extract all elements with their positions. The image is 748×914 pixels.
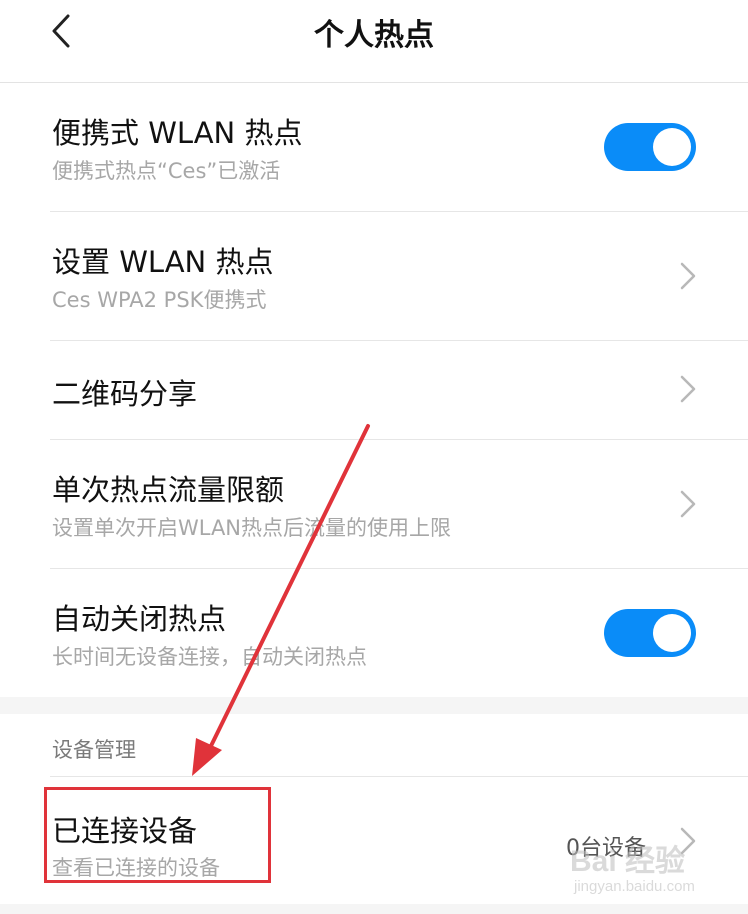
watermark-logo: Bai 经验 jingyan.baidu.com bbox=[566, 832, 726, 902]
annotation-arrow bbox=[192, 424, 370, 776]
watermark-sub: jingyan.baidu.com bbox=[574, 878, 695, 895]
watermark-main: Bai 经验 bbox=[570, 845, 686, 878]
